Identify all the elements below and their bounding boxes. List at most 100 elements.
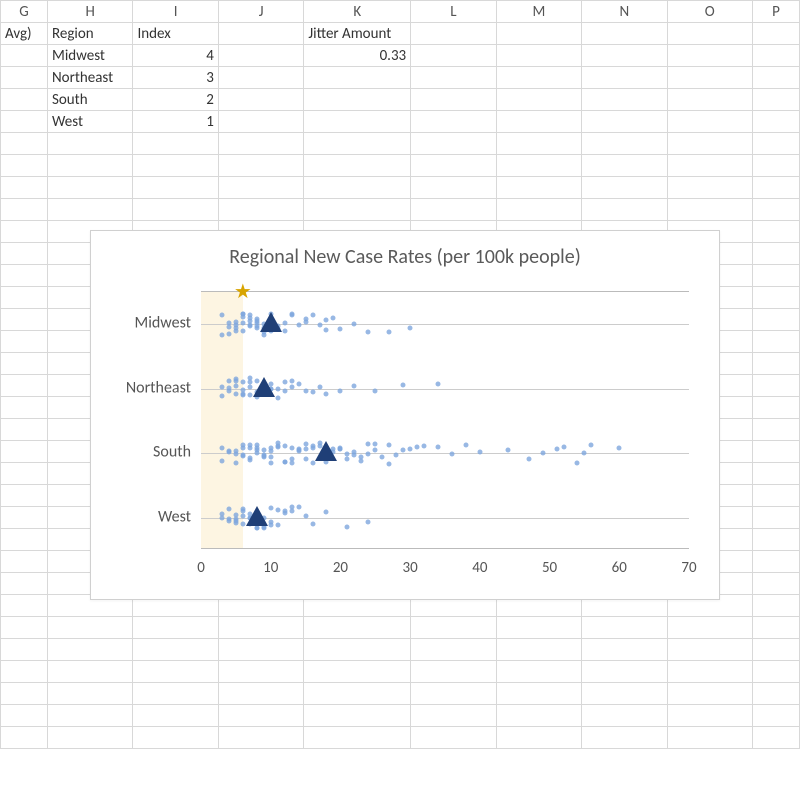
cell-H2[interactable]: Midwest: [48, 45, 133, 67]
cell-P18[interactable]: [752, 397, 799, 419]
cell-I4[interactable]: 2: [133, 89, 218, 111]
cell-N5[interactable]: [582, 111, 667, 133]
cell-G11[interactable]: [1, 243, 48, 265]
cell-P31[interactable]: [752, 683, 799, 705]
cell-G1[interactable]: Avg): [1, 23, 48, 45]
cell-P9[interactable]: [752, 199, 799, 221]
cell-K32[interactable]: [304, 705, 411, 727]
cell-J29[interactable]: [218, 639, 303, 661]
cell-N31[interactable]: [582, 683, 667, 705]
cell-I6[interactable]: [133, 133, 218, 155]
cell-H7[interactable]: [48, 155, 133, 177]
cell-G28[interactable]: [1, 617, 48, 639]
cell-O1[interactable]: [667, 23, 752, 45]
cell-I5[interactable]: 1: [133, 111, 218, 133]
cell-N8[interactable]: [582, 177, 667, 199]
cell-M7[interactable]: [496, 155, 581, 177]
cell-G33[interactable]: [1, 727, 48, 749]
cell-L31[interactable]: [411, 683, 496, 705]
cell-G18[interactable]: [1, 397, 48, 419]
cell-P5[interactable]: [752, 111, 799, 133]
column-header-L[interactable]: L: [411, 1, 496, 23]
cell-G22[interactable]: [1, 485, 48, 507]
cell-P33[interactable]: [752, 727, 799, 749]
column-header-I[interactable]: I: [133, 1, 218, 23]
cell-J5[interactable]: [218, 111, 303, 133]
cell-J28[interactable]: [218, 617, 303, 639]
cell-J33[interactable]: [218, 727, 303, 749]
cell-P29[interactable]: [752, 639, 799, 661]
cell-P27[interactable]: [752, 595, 799, 617]
cell-G25[interactable]: [1, 551, 48, 573]
cell-G14[interactable]: [1, 309, 48, 331]
cell-P12[interactable]: [752, 265, 799, 287]
cell-O2[interactable]: [667, 45, 752, 67]
cell-M31[interactable]: [496, 683, 581, 705]
cell-N29[interactable]: [582, 639, 667, 661]
cell-H33[interactable]: [48, 727, 133, 749]
column-header-K[interactable]: K: [304, 1, 411, 23]
cell-P21[interactable]: [752, 463, 799, 485]
cell-G20[interactable]: [1, 441, 48, 463]
cell-H31[interactable]: [48, 683, 133, 705]
cell-G10[interactable]: [1, 221, 48, 243]
cell-L2[interactable]: [411, 45, 496, 67]
cell-K8[interactable]: [304, 177, 411, 199]
cell-P11[interactable]: [752, 243, 799, 265]
column-header-P[interactable]: P: [752, 1, 799, 23]
cell-H30[interactable]: [48, 661, 133, 683]
cell-J30[interactable]: [218, 661, 303, 683]
cell-M5[interactable]: [496, 111, 581, 133]
cell-J3[interactable]: [218, 67, 303, 89]
cell-I31[interactable]: [133, 683, 218, 705]
cell-G2[interactable]: [1, 45, 48, 67]
cell-L6[interactable]: [411, 133, 496, 155]
cell-G31[interactable]: [1, 683, 48, 705]
cell-G23[interactable]: [1, 507, 48, 529]
cell-P25[interactable]: [752, 551, 799, 573]
cell-K28[interactable]: [304, 617, 411, 639]
cell-J2[interactable]: [218, 45, 303, 67]
cell-L30[interactable]: [411, 661, 496, 683]
cell-O7[interactable]: [667, 155, 752, 177]
cell-O6[interactable]: [667, 133, 752, 155]
cell-M9[interactable]: [496, 199, 581, 221]
cell-L3[interactable]: [411, 67, 496, 89]
cell-G4[interactable]: [1, 89, 48, 111]
cell-P14[interactable]: [752, 309, 799, 331]
cell-P22[interactable]: [752, 485, 799, 507]
cell-K2[interactable]: 0.33: [304, 45, 411, 67]
cell-M29[interactable]: [496, 639, 581, 661]
cell-M8[interactable]: [496, 177, 581, 199]
cell-L4[interactable]: [411, 89, 496, 111]
cell-K1[interactable]: Jitter Amount: [304, 23, 411, 45]
cell-P23[interactable]: [752, 507, 799, 529]
cell-M2[interactable]: [496, 45, 581, 67]
cell-H1[interactable]: Region: [48, 23, 133, 45]
cell-I3[interactable]: 3: [133, 67, 218, 89]
cell-J9[interactable]: [218, 199, 303, 221]
cell-G9[interactable]: [1, 199, 48, 221]
cell-O5[interactable]: [667, 111, 752, 133]
cell-J4[interactable]: [218, 89, 303, 111]
cell-N28[interactable]: [582, 617, 667, 639]
cell-K6[interactable]: [304, 133, 411, 155]
cell-P24[interactable]: [752, 529, 799, 551]
cell-J32[interactable]: [218, 705, 303, 727]
column-header-G[interactable]: G: [1, 1, 48, 23]
cell-O33[interactable]: [667, 727, 752, 749]
column-header-M[interactable]: M: [496, 1, 581, 23]
cell-L28[interactable]: [411, 617, 496, 639]
column-header-N[interactable]: N: [582, 1, 667, 23]
cell-H6[interactable]: [48, 133, 133, 155]
cell-M1[interactable]: [496, 23, 581, 45]
cell-O9[interactable]: [667, 199, 752, 221]
cell-I1[interactable]: Index: [133, 23, 218, 45]
cell-I32[interactable]: [133, 705, 218, 727]
cell-M33[interactable]: [496, 727, 581, 749]
cell-J8[interactable]: [218, 177, 303, 199]
cell-K29[interactable]: [304, 639, 411, 661]
cell-P26[interactable]: [752, 573, 799, 595]
cell-N30[interactable]: [582, 661, 667, 683]
cell-N9[interactable]: [582, 199, 667, 221]
